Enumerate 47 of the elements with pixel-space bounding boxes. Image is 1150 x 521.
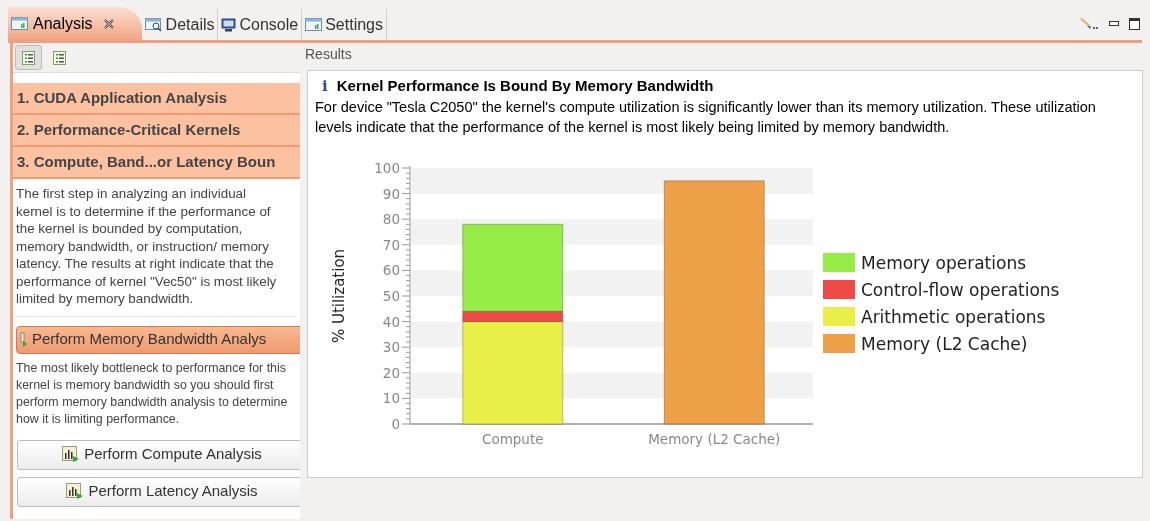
maximize-icon[interactable] [1129, 18, 1140, 30]
y-tick-label: 10 [382, 390, 400, 407]
monitor-icon [221, 17, 237, 32]
y-tick-label: 40 [382, 313, 400, 330]
tab[interactable]: Console [218, 9, 303, 40]
magnifier-window-icon [144, 17, 163, 32]
chart-run-icon [62, 446, 81, 463]
y-tick-label: 60 [382, 262, 400, 279]
chart-window-icon [11, 17, 28, 30]
x-category-label: Compute [481, 431, 544, 447]
x-category-label: Memory (L2 Cache) [648, 431, 781, 447]
section-header[interactable]: 3. Compute, Band...or Latency Boun [13, 147, 300, 179]
y-tick-label: 70 [382, 236, 400, 253]
chart-run-icon [66, 483, 85, 500]
y-tick-label: 0 [391, 416, 400, 432]
legend-label: Memory operations [861, 253, 1027, 273]
list-icon [22, 50, 35, 65]
y-axis-title: % Utilization [330, 248, 348, 344]
action-button[interactable]: Perform Compute Analysis [17, 439, 300, 470]
result-message: For device "Tesla C2050" the kernel's compute utilization is significantly lower than its memory utilization. These utilization levels indicate that the performance of the kernel is most likely being limited by memory bandwidth. [315, 98, 1097, 137]
tab[interactable]: Analysis [8, 7, 142, 40]
y-tick-label: 80 [382, 211, 400, 228]
list-icon [53, 50, 66, 65]
y-tick-label: 90 [382, 185, 400, 202]
y-tick-label: 30 [382, 339, 400, 356]
action-button[interactable]: Perform Latency Analysis [17, 476, 300, 507]
run-icon [20, 331, 28, 348]
description-text: The first step in analyzing an individual kernel is to determine if the performance of the kernel is bounded by computation, memory bandwidth, or instruction/ memory latency. The results at right indicate that the performance of kernel "Vec50" is most likely limited by memory bandwidth. [15, 185, 278, 308]
recommendation-text: The most likely bottleneck to performance for this kernel is memory bandwidth so you should first perform memory bandwidth analysis to determine how it is limiting performance. [15, 359, 289, 428]
section-header[interactable]: 2. Performance-Critical Kernels [13, 115, 300, 147]
legend-label: Arithmetic operations [861, 307, 1046, 327]
group-label: Results [305, 45, 353, 64]
tab[interactable]: Settings [302, 9, 387, 40]
brush-icon[interactable] [1079, 18, 1099, 30]
info-icon: i [322, 74, 328, 98]
chart-window-icon [305, 18, 323, 31]
minimize-icon[interactable] [1109, 21, 1119, 27]
section-header[interactable]: 1. CUDA Application Analysis [13, 83, 300, 115]
y-tick-label: 50 [382, 288, 400, 304]
close-icon[interactable] [103, 18, 114, 29]
y-tick-label: 20 [382, 364, 400, 381]
view-toggle-button[interactable] [15, 45, 42, 70]
legend-label: Memory (L2 Cache) [861, 334, 1028, 354]
legend-label: Control-flow operations [861, 280, 1060, 300]
result-title: Kernel Performance Is Bound By Memory Bandwidth [336, 75, 714, 96]
primary-action-button[interactable]: Perform Memory Bandwidth Analys [16, 325, 300, 354]
y-tick-label: 100 [374, 160, 400, 176]
